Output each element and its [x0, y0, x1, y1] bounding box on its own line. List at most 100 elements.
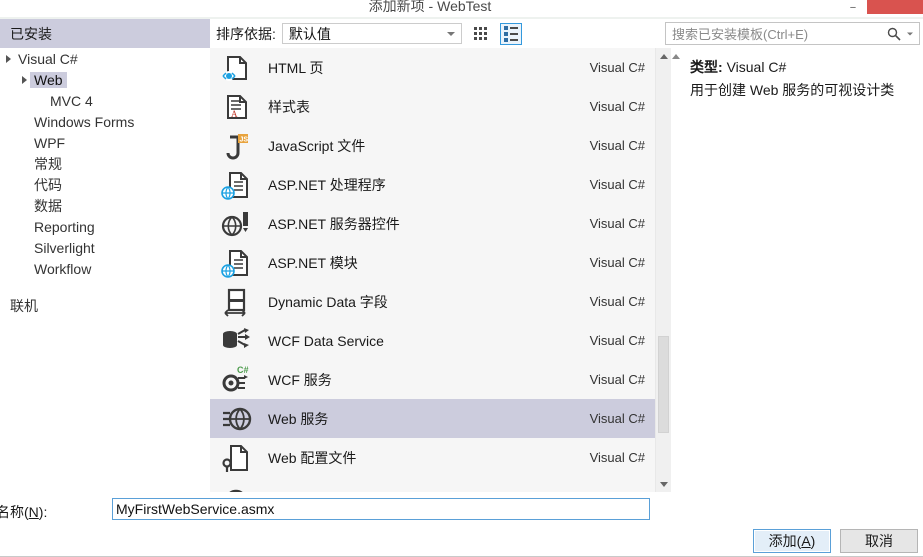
list-icon — [503, 25, 518, 42]
template-list-scrollbar[interactable] — [655, 48, 671, 492]
template-row[interactable]: WCF Data Service Visual C# — [210, 321, 655, 360]
expander-icon[interactable] — [22, 75, 27, 84]
html-page-icon — [220, 52, 252, 84]
tree-item-label: 常规 — [34, 155, 62, 172]
template-name: JavaScript 文件 — [268, 137, 366, 154]
installed-header: 已安装 — [0, 19, 210, 48]
arrow-up-icon — [660, 53, 668, 59]
svg-text:JS: JS — [240, 136, 249, 143]
name-label: 名称(N): — [0, 502, 47, 522]
template-list: HTML 页 Visual C# A 样式表 Visual C# JS JavaScript… — [210, 48, 660, 492]
scroll-up-button[interactable] — [656, 48, 672, 64]
aspnet-server-control-icon — [220, 208, 252, 240]
template-name: ASP.NET 服务器控件 — [268, 215, 400, 232]
tree-item-0[interactable]: Visual C# — [0, 48, 210, 69]
add-new-item-dialog: 添加新项 - WebTest − 已安装 排序依据: 默认值 搜索已安装模板(C… — [0, 0, 923, 557]
template-language: Visual C# — [589, 177, 645, 192]
tree-item-2[interactable]: MVC 4 — [0, 90, 210, 111]
list-view-button[interactable] — [499, 22, 522, 45]
template-name: WCF 服务 — [268, 371, 332, 388]
web-service-icon — [220, 403, 252, 435]
expander-icon[interactable] — [6, 54, 11, 63]
wcf-service-icon: C# — [220, 364, 252, 396]
template-language: Visual C# — [589, 99, 645, 114]
template-name: HTML 页 — [268, 59, 324, 76]
button-row: 添加(A) 取消 — [0, 525, 923, 557]
template-row[interactable]: Web 配置文件 Visual C# — [210, 438, 655, 477]
search-placeholder: 搜索已安装模板(Ctrl+E) — [672, 27, 809, 42]
tree-item-label: WPF — [34, 134, 66, 151]
sort-dropdown[interactable]: 默认值 — [281, 23, 462, 44]
search-box[interactable]: 搜索已安装模板(Ctrl+E) — [665, 22, 920, 45]
tree-item-4[interactable]: WPF — [0, 132, 210, 153]
tree-item-label: 数据 — [34, 197, 62, 214]
minimize-button[interactable]: − — [846, 1, 860, 15]
template-row[interactable]: Dynamic Data 字段 Visual C# — [210, 282, 655, 321]
tree-item-3[interactable]: Windows Forms — [0, 111, 210, 132]
tree-item-label: Workflow — [34, 260, 92, 277]
tree-item-label: Web — [30, 71, 67, 88]
name-label-suffix: ): — [38, 504, 48, 520]
template-language: Visual C# — [589, 138, 645, 153]
detail-pane: 类型: Visual C# 用于创建 Web 服务的可视设计类 — [672, 48, 923, 492]
globe-partial-icon — [220, 481, 252, 492]
sort-label: 排序依据: — [216, 25, 276, 42]
tree-item-7[interactable]: 数据 — [0, 195, 210, 216]
template-language: Visual C# — [589, 450, 645, 465]
tree-item-10[interactable]: Workflow — [0, 258, 210, 279]
add-button-suffix: ) — [810, 533, 816, 549]
title-bar: 添加新项 - WebTest − — [0, 0, 923, 18]
name-input[interactable] — [112, 498, 650, 520]
search-dropdown-icon[interactable] — [907, 32, 913, 35]
template-row[interactable]: C# WCF 服务 Visual C# — [210, 360, 655, 399]
scrollbar-thumb[interactable] — [658, 336, 669, 433]
template-language: Visual C# — [589, 216, 645, 231]
tree-gap — [0, 279, 210, 295]
tiles-view-button[interactable] — [469, 22, 492, 45]
grid-icon — [474, 27, 488, 40]
scroll-down-button[interactable] — [656, 476, 672, 492]
tree-item-label: Reporting — [34, 218, 95, 235]
tree-item-8[interactable]: Reporting — [0, 216, 210, 237]
tree-item-label: Windows Forms — [34, 113, 135, 130]
template-language: Visual C# — [589, 372, 645, 387]
aspnet-module-icon — [220, 247, 252, 279]
category-tree: Visual C# Web MVC 4 Windows Forms WPF 常规代码数据 R… — [0, 48, 210, 492]
tree-item-6[interactable]: 代码 — [0, 174, 210, 195]
cancel-button[interactable]: 取消 — [840, 529, 918, 553]
chevron-down-icon — [446, 31, 455, 36]
add-button[interactable]: 添加(A) — [753, 529, 831, 553]
template-row[interactable]: HTML 页 Visual C# — [210, 48, 655, 87]
search-icon[interactable] — [887, 27, 901, 41]
detail-type-value: Visual C# — [726, 59, 787, 75]
detail-collapse-icon[interactable] — [672, 54, 680, 59]
javascript-file-icon: JS — [220, 130, 252, 162]
tree-item-label: Silverlight — [34, 239, 95, 256]
add-button-accel: A — [801, 533, 811, 549]
name-label-accel: N — [28, 504, 39, 520]
tree-item-5[interactable]: 常规 — [0, 153, 210, 174]
detail-description: 用于创建 Web 服务的可视设计类 — [690, 82, 895, 98]
template-row[interactable]: ASP.NET 服务器控件 Visual C# — [210, 204, 655, 243]
template-language: Visual C# — [589, 60, 645, 75]
close-button[interactable] — [867, 0, 923, 14]
template-row[interactable]: A 样式表 Visual C# — [210, 87, 655, 126]
template-row[interactable]: ASP.NET 模块 Visual C# — [210, 243, 655, 282]
name-label-prefix: 名称( — [0, 504, 29, 520]
template-row[interactable]: Web 服务 Visual C# — [210, 399, 655, 438]
window-title: 添加新项 - WebTest — [368, 0, 492, 14]
template-name: Dynamic Data 字段 — [268, 293, 388, 310]
template-name: WCF Data Service — [268, 332, 384, 349]
tree-item-9[interactable]: Silverlight — [0, 237, 210, 258]
template-name: ASP.NET 处理程序 — [268, 176, 386, 193]
template-row[interactable]: ASP.NET 处理程序 Visual C# — [210, 165, 655, 204]
template-name: 样式表 — [268, 98, 310, 115]
sort-bar: 排序依据: 默认值 — [210, 19, 660, 48]
template-row[interactable]: JS JavaScript 文件 Visual C# — [210, 126, 655, 165]
tree-item-1[interactable]: Web — [0, 69, 210, 90]
name-row: 名称(N): — [0, 498, 923, 524]
stylesheet-icon: A — [220, 91, 252, 123]
aspnet-handler-icon — [220, 169, 252, 201]
template-row-partial[interactable] — [210, 477, 655, 492]
tree-item-online[interactable]: 联机 — [0, 295, 210, 316]
